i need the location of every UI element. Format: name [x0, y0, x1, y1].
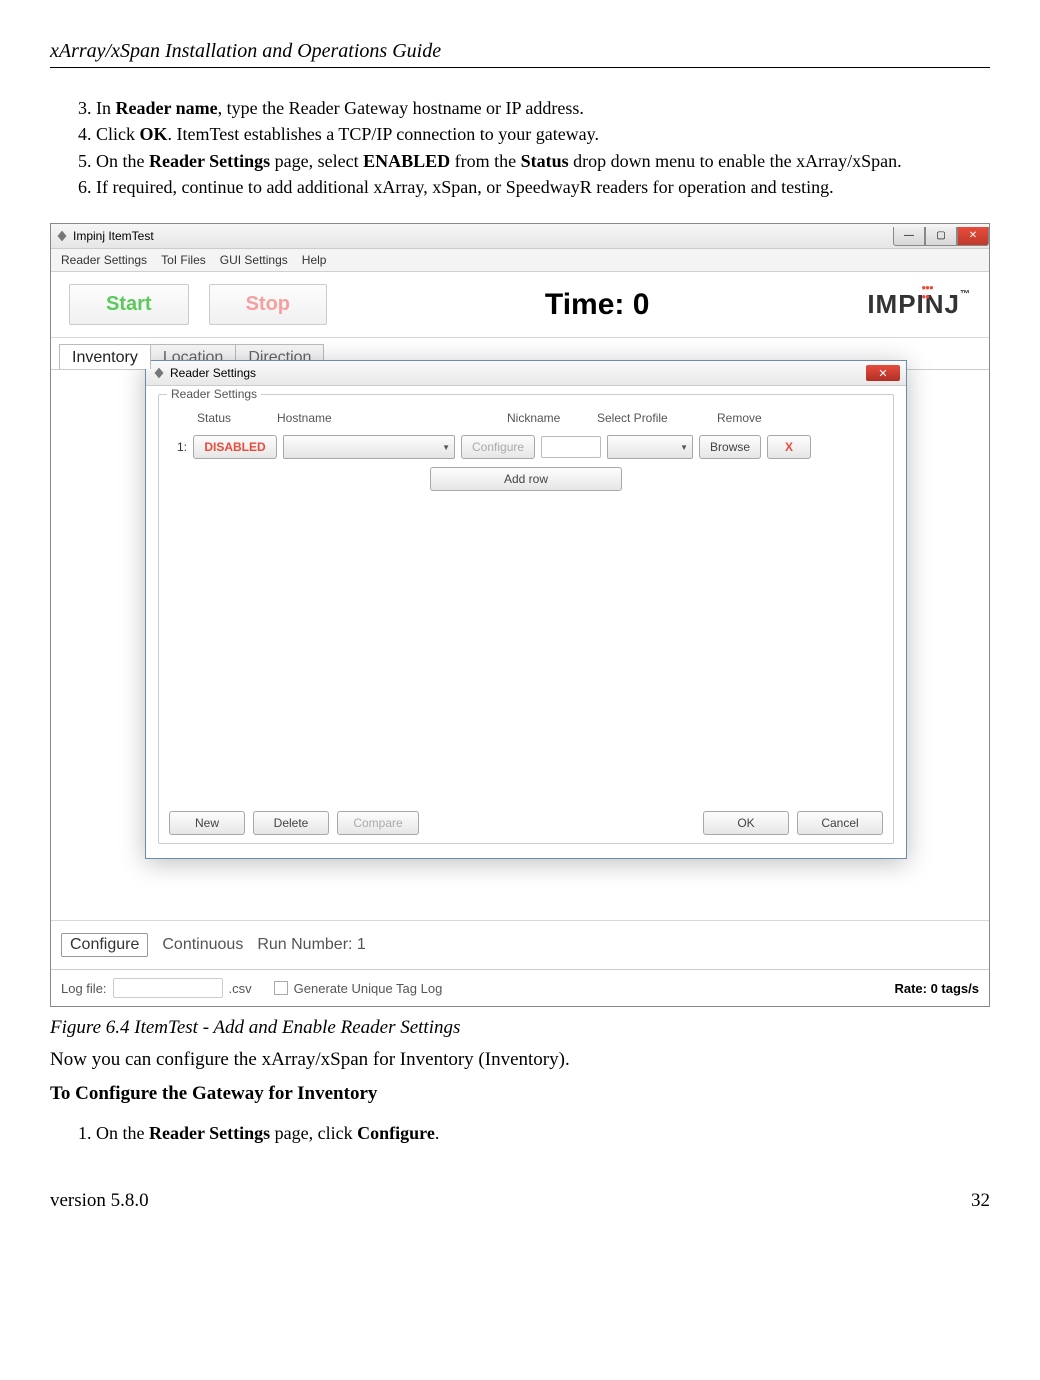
bold: Reader Settings: [149, 151, 270, 171]
maximize-button[interactable]: ▢: [925, 227, 957, 246]
text: from the: [450, 151, 520, 171]
close-button[interactable]: ✕: [957, 227, 989, 246]
bold: Reader Settings: [149, 1123, 270, 1143]
app-icon: [58, 231, 67, 242]
browse-button[interactable]: Browse: [699, 435, 761, 459]
tab-inventory[interactable]: Inventory: [59, 344, 151, 369]
text: , type the Reader Gateway hostname or IP…: [218, 98, 584, 118]
version-label: version 5.8.0: [50, 1190, 149, 1212]
main-toolbar: Start Stop Time: 0 ●●●●● IMPINJ™: [51, 272, 989, 338]
col-profile: Select Profile: [597, 411, 717, 425]
app-window: Impinj ItemTest — ▢ ✕ Reader Settings To…: [50, 223, 990, 1007]
dialog-icon: [155, 368, 164, 379]
window-controls: — ▢ ✕: [893, 227, 989, 246]
add-row-button[interactable]: Add row: [430, 467, 622, 491]
bold: ENABLED: [363, 151, 450, 171]
impinj-logo: ●●●●● IMPINJ™: [867, 289, 971, 320]
menu-toi-files[interactable]: ToI Files: [161, 253, 206, 267]
col-hostname: Hostname: [277, 411, 507, 425]
col-remove: Remove: [717, 411, 787, 425]
bold: Status: [521, 151, 569, 171]
continuous-label: Continuous: [162, 936, 243, 954]
menubar: Reader Settings ToI Files GUI Settings H…: [51, 249, 989, 272]
instruction-steps: In Reader name, type the Reader Gateway …: [50, 96, 990, 199]
logo-dots-icon: ●●●●●: [921, 283, 933, 301]
compare-button[interactable]: Compare: [337, 811, 419, 835]
bottom-bar: Configure Continuous Run Number: 1: [51, 920, 989, 969]
configure-button[interactable]: Configure: [461, 435, 535, 459]
remove-row-button[interactable]: X: [767, 435, 811, 459]
status-toggle[interactable]: DISABLED: [193, 435, 277, 459]
text: On the: [96, 151, 149, 171]
reader-settings-dialog: Reader Settings ✕ Reader Settings Status…: [145, 360, 907, 859]
dialog-bottom-buttons: New Delete Compare OK Cancel: [169, 811, 883, 835]
ok-button[interactable]: OK: [703, 811, 789, 835]
bold: Configure: [357, 1123, 435, 1143]
content-area: Reader Settings ✕ Reader Settings Status…: [51, 369, 989, 920]
window-title: Impinj ItemTest: [73, 229, 154, 243]
text: In: [96, 98, 116, 118]
columns-header: Status Hostname Nickname Select Profile …: [197, 411, 883, 425]
dialog-title: Reader Settings: [170, 366, 256, 380]
dialog-titlebar: Reader Settings ✕: [146, 361, 906, 386]
menu-gui-settings[interactable]: GUI Settings: [220, 253, 288, 267]
fieldset-legend: Reader Settings: [167, 387, 261, 401]
menu-help[interactable]: Help: [302, 253, 327, 267]
generate-log-label: Generate Unique Tag Log: [294, 981, 443, 996]
new-button[interactable]: New: [169, 811, 245, 835]
text: drop down menu to enable the xArray/xSpa…: [569, 151, 902, 171]
configure-main-button[interactable]: Configure: [61, 933, 148, 957]
dialog-body: Reader Settings Status Hostname Nickname…: [146, 386, 906, 858]
window-titlebar: Impinj ItemTest — ▢ ✕: [51, 224, 989, 249]
text: Click: [96, 124, 140, 144]
nickname-input[interactable]: [541, 436, 601, 458]
sub-heading: To Configure the Gateway for Inventory: [50, 1083, 990, 1105]
logfile-input[interactable]: [113, 978, 223, 998]
paragraph: Now you can configure the xArray/xSpan f…: [50, 1049, 990, 1071]
reader-row-1: 1: DISABLED ▼ Configure ▼ Browse X: [169, 435, 883, 459]
step-3: In Reader name, type the Reader Gateway …: [96, 96, 990, 120]
profile-combo[interactable]: ▼: [607, 435, 693, 459]
start-button[interactable]: Start: [69, 284, 189, 325]
chevron-down-icon: ▼: [680, 443, 688, 452]
step-5: On the Reader Settings page, select ENAB…: [96, 149, 990, 173]
text: .: [435, 1123, 440, 1143]
reader-settings-fieldset: Reader Settings Status Hostname Nickname…: [158, 394, 894, 844]
minimize-button[interactable]: —: [893, 227, 925, 246]
delete-button[interactable]: Delete: [253, 811, 329, 835]
chevron-down-icon: ▼: [442, 443, 450, 452]
instruction-steps-2: On the Reader Settings page, click Confi…: [50, 1123, 990, 1144]
col-status: Status: [197, 411, 277, 425]
generate-log-checkbox[interactable]: [274, 981, 288, 995]
trademark: ™: [960, 289, 971, 300]
page-number: 32: [971, 1190, 990, 1212]
col-nickname: Nickname: [507, 411, 597, 425]
dialog-close-button[interactable]: ✕: [866, 365, 900, 381]
page-footer: version 5.8.0 32: [50, 1190, 990, 1212]
run-number-label: Run Number: 1: [257, 936, 366, 954]
menu-reader-settings[interactable]: Reader Settings: [61, 253, 147, 267]
step-6: If required, continue to add additional …: [96, 175, 990, 199]
rate-label: Rate: 0 tags/s: [894, 981, 979, 996]
text: On the: [96, 1123, 149, 1143]
stop-button[interactable]: Stop: [209, 284, 327, 325]
text: page, select: [270, 151, 363, 171]
bold: Reader name: [116, 98, 218, 118]
text: . ItemTest establishes a TCP/IP connecti…: [168, 124, 599, 144]
cancel-button[interactable]: Cancel: [797, 811, 883, 835]
text: page, click: [270, 1123, 357, 1143]
step2-1: On the Reader Settings page, click Confi…: [96, 1123, 990, 1144]
time-label: Time: 0: [347, 288, 847, 322]
step-4: Click OK. ItemTest establishes a TCP/IP …: [96, 122, 990, 146]
figure-caption: Figure 6.4 ItemTest - Add and Enable Rea…: [50, 1017, 990, 1039]
logo-text: IMPINJ: [867, 289, 960, 319]
bold: OK: [140, 124, 168, 144]
status-bar: Log file: .csv Generate Unique Tag Log R…: [51, 969, 989, 1006]
logfile-ext: .csv: [229, 981, 252, 996]
logfile-label: Log file:: [61, 981, 107, 996]
row-index: 1:: [169, 440, 187, 454]
page-header: xArray/xSpan Installation and Operations…: [50, 40, 990, 68]
hostname-combo[interactable]: ▼: [283, 435, 455, 459]
